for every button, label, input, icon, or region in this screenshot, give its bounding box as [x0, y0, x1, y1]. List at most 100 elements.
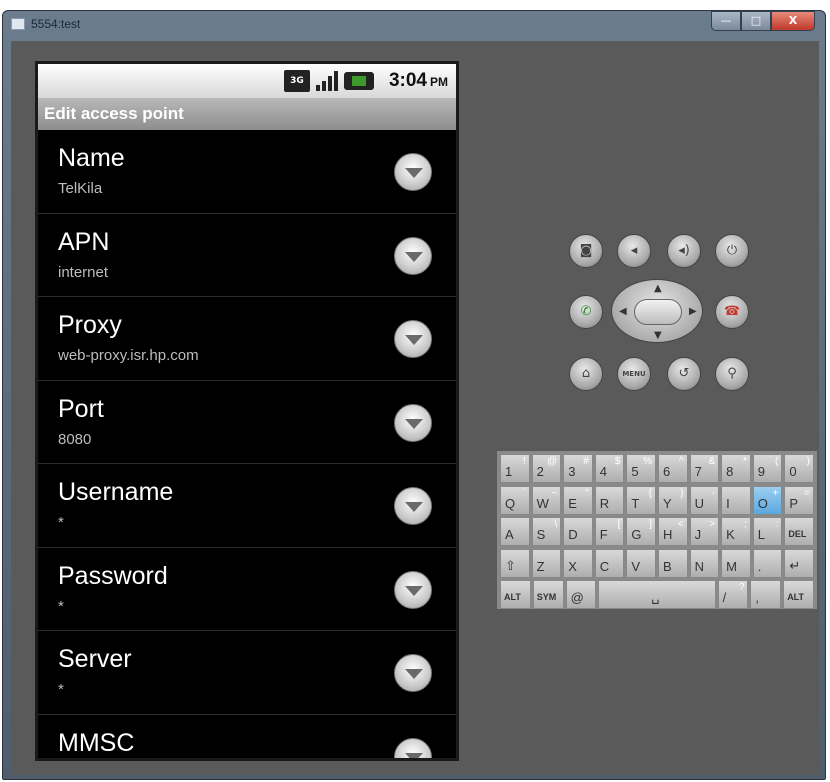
key[interactable]: 7 &: [689, 454, 720, 483]
pref-port[interactable]: Port 8080: [38, 381, 456, 464]
key[interactable]: M: [721, 548, 751, 578]
pref-title: Password: [58, 561, 168, 590]
enter-key[interactable]: ↵: [784, 548, 814, 578]
minimize-button[interactable]: —: [711, 11, 741, 31]
menu-button[interactable]: MENU: [617, 357, 651, 391]
space-key[interactable]: ␣: [598, 580, 716, 609]
at-key[interactable]: @: [565, 580, 597, 609]
key[interactable]: 9(: [752, 454, 783, 483]
search-icon[interactable]: ⚲: [715, 357, 749, 391]
key[interactable]: A: [500, 517, 530, 546]
key[interactable]: J >: [689, 517, 720, 546]
key[interactable]: Q `: [500, 485, 530, 515]
keyboard-row: Q ` W ~ E " R T{ Y} U- I O + P =: [499, 485, 815, 516]
key[interactable]: 0): [784, 454, 814, 483]
pref-server[interactable]: Server *: [38, 631, 456, 715]
alt-right-key[interactable]: ALT: [783, 580, 814, 609]
sym-key[interactable]: SYM: [532, 580, 564, 609]
key[interactable]: D: [563, 517, 593, 546]
key[interactable]: 2 @: [531, 454, 562, 483]
key[interactable]: F[: [594, 517, 625, 546]
alt-left-key[interactable]: ALT: [500, 580, 531, 609]
key[interactable]: 4 $: [594, 454, 625, 483]
key[interactable]: C: [594, 548, 625, 578]
camera-icon[interactable]: ◙: [569, 234, 603, 268]
dpad-up-icon[interactable]: ▲: [654, 283, 662, 294]
status-bar: 3G 3:04 PM: [38, 64, 456, 98]
key[interactable]: 6 ^: [657, 454, 688, 483]
chevron-down-icon[interactable]: [394, 403, 432, 442]
volume-down-icon[interactable]: ◂: [617, 234, 651, 268]
key[interactable]: P =: [784, 485, 814, 515]
slash-key[interactable]: /?: [717, 580, 749, 609]
call-icon[interactable]: ✆: [569, 295, 603, 329]
pref-name[interactable]: Name TelKila: [38, 130, 456, 214]
chevron-down-icon[interactable]: [394, 737, 432, 758]
end-call-icon[interactable]: ☎: [715, 295, 749, 329]
key[interactable]: U-: [689, 485, 720, 515]
chevron-down-icon[interactable]: [394, 320, 432, 358]
pref-title: MMSC: [58, 728, 135, 757]
chevron-down-icon[interactable]: [394, 487, 432, 525]
key[interactable]: R: [594, 485, 625, 515]
key[interactable]: E ": [563, 485, 593, 515]
key[interactable]: K;: [721, 517, 751, 546]
key[interactable]: X: [563, 548, 593, 578]
key[interactable]: H <: [657, 517, 688, 546]
key[interactable]: .: [752, 548, 783, 578]
pref-value: *: [58, 597, 64, 615]
key[interactable]: Z: [531, 548, 562, 578]
key[interactable]: G]: [626, 517, 656, 546]
key[interactable]: B: [657, 548, 688, 578]
pref-password[interactable]: Password *: [38, 548, 456, 631]
chevron-down-icon[interactable]: [394, 153, 432, 191]
pref-value: internet: [58, 263, 109, 281]
keyboard-row: ⇧ Z X C V B N M . ↵: [499, 548, 815, 579]
key-active[interactable]: O +: [752, 485, 783, 515]
chevron-down-icon[interactable]: [394, 570, 432, 609]
dpad-right-icon[interactable]: ▶: [689, 306, 697, 317]
key[interactable]: T{: [626, 485, 656, 515]
key[interactable]: Y}: [657, 485, 688, 515]
key[interactable]: 1!: [500, 454, 530, 483]
chevron-down-icon[interactable]: [394, 236, 432, 275]
key[interactable]: 3 #: [563, 454, 593, 483]
delete-key[interactable]: DEL: [784, 517, 814, 546]
keyboard-row: A S \ D F[ G] H < J > K; L: DEL: [499, 516, 815, 547]
pref-proxy[interactable]: Proxy web-proxy.isr.hp.com: [38, 297, 456, 381]
key[interactable]: 5%: [626, 454, 656, 483]
dpad[interactable]: ▲ ▼ ◀ ▶: [611, 279, 703, 343]
home-icon[interactable]: ⌂: [569, 357, 603, 391]
close-button[interactable]: X: [771, 11, 815, 31]
pref-apn[interactable]: APN internet: [38, 214, 456, 297]
shift-key[interactable]: ⇧: [500, 548, 530, 578]
pref-title: Server: [58, 645, 132, 673]
maximize-button[interactable]: □: [741, 11, 771, 31]
dpad-down-icon[interactable]: ▼: [654, 330, 662, 341]
dpad-left-icon[interactable]: ◀: [619, 306, 627, 317]
key[interactable]: W ~: [531, 485, 562, 515]
pref-value: *: [58, 681, 64, 698]
key[interactable]: I: [721, 485, 751, 515]
back-icon[interactable]: ↺: [667, 357, 701, 391]
pref-mmsc[interactable]: MMSC: [38, 715, 456, 758]
emulator-window: 5554:test — □ X 3G 3:04 PM Edit access p…: [2, 10, 826, 780]
key[interactable]: L:: [752, 517, 783, 546]
network-3g-icon: 3G: [284, 70, 310, 92]
window-titlebar[interactable]: 5554:test — □ X: [3, 11, 825, 41]
pref-title: Proxy: [58, 311, 122, 339]
key[interactable]: 8 *: [721, 454, 751, 483]
key[interactable]: V: [626, 548, 656, 578]
keyboard-row: 1! 2 @ 3 # 4 $ 5% 6 ^ 7 & 8 * 9( 0): [499, 453, 815, 484]
volume-up-icon[interactable]: ◂): [667, 234, 701, 268]
chevron-down-icon[interactable]: [394, 654, 432, 692]
comma-key[interactable]: ,: [750, 580, 782, 609]
dpad-center-button[interactable]: [634, 299, 682, 325]
pref-username[interactable]: Username *: [38, 464, 456, 548]
pref-title: Name: [58, 144, 125, 172]
key[interactable]: N: [689, 548, 720, 578]
keyboard: 1! 2 @ 3 # 4 $ 5% 6 ^ 7 & 8 * 9( 0) Q ` W ~ E " R…: [497, 451, 817, 609]
key[interactable]: S \: [531, 517, 562, 546]
pref-value: web-proxy.isr.hp.com: [58, 347, 199, 364]
power-icon[interactable]: ⏻: [715, 234, 749, 268]
